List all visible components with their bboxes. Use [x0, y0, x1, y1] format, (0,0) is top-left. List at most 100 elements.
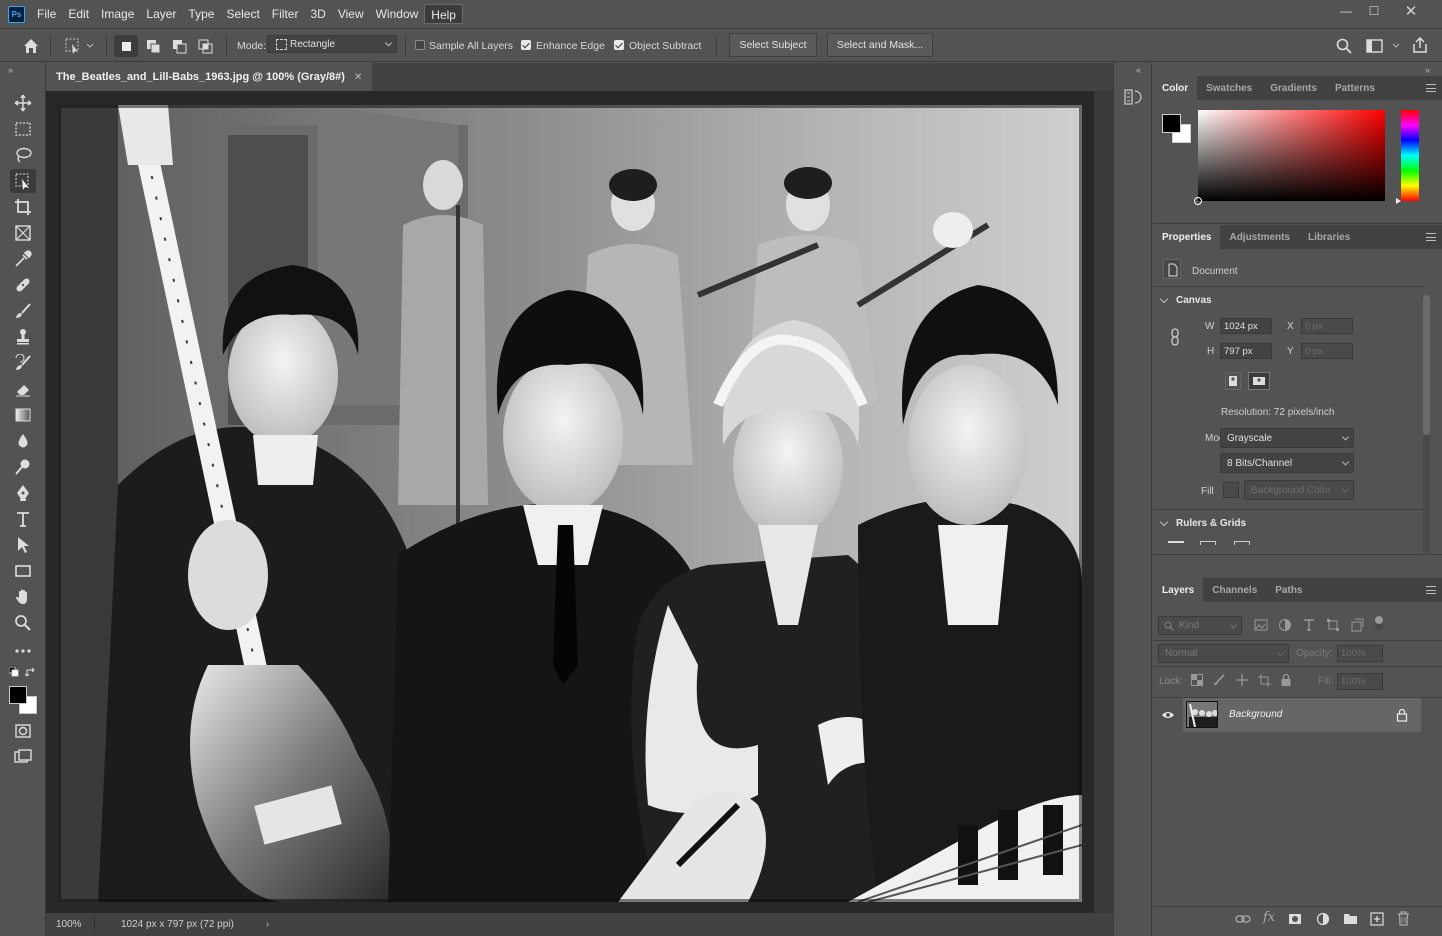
eraser-tool-icon[interactable]: [10, 377, 36, 401]
type-tool-icon[interactable]: [10, 507, 36, 531]
tab-properties[interactable]: Properties: [1153, 225, 1221, 249]
lock-transparent-pixels-icon[interactable]: [1191, 674, 1203, 689]
new-adjustment-layer-icon[interactable]: [1316, 912, 1330, 929]
bit-depth-select[interactable]: 8 Bits/Channel: [1220, 453, 1354, 473]
canvas-image[interactable]: [55, 102, 1085, 905]
menu-image[interactable]: Image: [95, 4, 140, 24]
brush-tool-icon[interactable]: [10, 299, 36, 323]
subtract-from-selection-button[interactable]: [168, 35, 192, 60]
add-mask-icon[interactable]: [1288, 912, 1302, 929]
filter-smart-objects-icon[interactable]: [1350, 618, 1364, 635]
marquee-tool-icon[interactable]: [10, 117, 36, 141]
intersect-selection-button[interactable]: [194, 35, 218, 60]
document-tab[interactable]: The_Beatles_and_Lill-Babs_1963.jpg @ 100…: [46, 63, 373, 91]
blend-mode-select[interactable]: Normal: [1158, 644, 1289, 663]
layers-panel-menu-icon[interactable]: [1426, 586, 1436, 594]
opacity-field[interactable]: 100%: [1337, 645, 1383, 662]
color-panel-menu-icon[interactable]: [1426, 84, 1436, 92]
vertical-scrollbar[interactable]: [1094, 91, 1113, 913]
rulers-grids-section-header[interactable]: Rulers & Grids: [1159, 517, 1246, 529]
status-expand-icon[interactable]: ›: [266, 919, 269, 930]
tab-gradients[interactable]: Gradients: [1261, 76, 1326, 100]
maximize-icon[interactable]: ☐: [1359, 0, 1389, 22]
menu-view[interactable]: View: [332, 4, 370, 24]
blur-tool-icon[interactable]: [10, 429, 36, 453]
menu-filter[interactable]: Filter: [266, 4, 305, 24]
lock-all-icon[interactable]: [1280, 673, 1292, 690]
menu-select[interactable]: Select: [220, 4, 265, 24]
height-field[interactable]: 797 px: [1220, 343, 1272, 359]
layer-row[interactable]: Background: [1183, 698, 1421, 732]
fill-select[interactable]: Background Color: [1244, 480, 1354, 500]
tab-paths[interactable]: Paths: [1266, 578, 1311, 602]
history-panel-icon[interactable]: [1124, 87, 1142, 110]
x-field[interactable]: 0 px: [1301, 318, 1353, 334]
hue-slider[interactable]: [1396, 110, 1419, 204]
object-selection-tool-icon[interactable]: [10, 169, 36, 193]
collapse-dock-icon[interactable]: «: [1136, 65, 1141, 75]
frame-tool-icon[interactable]: [10, 221, 36, 245]
more-tools-icon[interactable]: [10, 639, 36, 663]
filter-toggle[interactable]: [1375, 616, 1383, 630]
swap-colors-icon[interactable]: [24, 667, 37, 681]
filter-type-layers-icon[interactable]: [1302, 618, 1316, 635]
tab-channels[interactable]: Channels: [1203, 578, 1266, 602]
foreground-color-swatch[interactable]: [1162, 114, 1181, 133]
landscape-orientation-icon[interactable]: [1248, 372, 1270, 390]
lasso-tool-icon[interactable]: [10, 143, 36, 167]
tab-patterns[interactable]: Patterns: [1326, 76, 1384, 100]
tab-layers[interactable]: Layers: [1153, 578, 1204, 602]
history-brush-tool-icon[interactable]: [10, 351, 36, 375]
healing-brush-tool-icon[interactable]: [10, 273, 36, 297]
workspace-icon[interactable]: [1366, 38, 1402, 57]
foreground-color-swatch[interactable]: [9, 686, 27, 704]
menu-window[interactable]: Window: [370, 4, 425, 24]
lock-artboard-icon[interactable]: [1258, 674, 1271, 690]
new-group-icon[interactable]: [1343, 912, 1358, 928]
close-icon[interactable]: ✕: [1396, 0, 1426, 22]
filter-shape-layers-icon[interactable]: [1326, 618, 1340, 635]
tool-preset-icon[interactable]: [64, 37, 94, 58]
sample-all-layers-checkbox[interactable]: [415, 40, 425, 50]
tab-swatches[interactable]: Swatches: [1197, 76, 1261, 100]
collapse-tools-icon[interactable]: »: [8, 65, 13, 75]
path-selection-tool-icon[interactable]: [10, 533, 36, 557]
eyedropper-tool-icon[interactable]: [10, 247, 36, 271]
layer-visibility-eye-icon[interactable]: [1161, 710, 1175, 723]
dodge-tool-icon[interactable]: [10, 455, 36, 479]
color-field[interactable]: [1194, 110, 1385, 205]
ruler-icon[interactable]: [1168, 541, 1184, 545]
properties-panel-menu-icon[interactable]: [1426, 233, 1436, 241]
filter-adjustment-layers-icon[interactable]: [1278, 618, 1292, 635]
menu-edit[interactable]: Edit: [62, 4, 95, 24]
filter-pixel-layers-icon[interactable]: [1254, 618, 1268, 635]
add-to-selection-button[interactable]: [142, 35, 166, 60]
tab-adjustments[interactable]: Adjustments: [1220, 225, 1299, 249]
link-dimensions-icon[interactable]: [1170, 328, 1180, 349]
fill-field[interactable]: 100%: [1337, 673, 1383, 690]
tab-color[interactable]: Color: [1153, 76, 1198, 100]
layer-filter-kind-select[interactable]: Kind: [1158, 616, 1242, 635]
screen-mode-icon[interactable]: [10, 745, 36, 769]
lock-position-icon[interactable]: [1235, 673, 1249, 690]
hand-tool-icon[interactable]: [10, 585, 36, 609]
zoom-level[interactable]: 100%: [56, 919, 94, 930]
enhance-edge-checkbox[interactable]: [521, 40, 531, 50]
lock-image-pixels-icon[interactable]: [1213, 674, 1225, 689]
color-mode-select[interactable]: Grayscale: [1220, 428, 1354, 448]
mode-select[interactable]: Rectangle: [267, 35, 397, 53]
object-subtract-checkbox[interactable]: [614, 40, 624, 50]
pen-tool-icon[interactable]: [10, 481, 36, 505]
home-icon[interactable]: [22, 37, 40, 58]
menu-help[interactable]: Help: [424, 4, 463, 24]
grid-icon[interactable]: [1200, 541, 1216, 545]
default-colors-icon[interactable]: [8, 666, 19, 680]
layer-name[interactable]: Background: [1229, 709, 1282, 720]
portrait-orientation-icon[interactable]: [1225, 372, 1241, 390]
gradient-tool-icon[interactable]: [10, 403, 36, 427]
expand-panels-icon[interactable]: »: [1425, 65, 1430, 75]
rectangle-tool-icon[interactable]: [10, 559, 36, 583]
crop-tool-icon[interactable]: [10, 195, 36, 219]
clone-stamp-tool-icon[interactable]: [10, 325, 36, 349]
y-field[interactable]: 0 px: [1301, 343, 1353, 359]
